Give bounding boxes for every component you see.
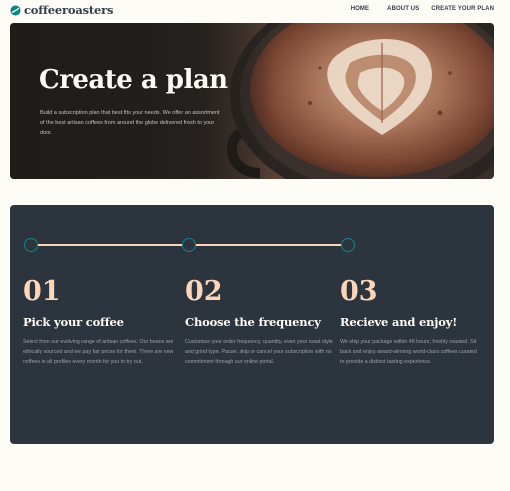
page-title: Create a plan: [39, 65, 228, 95]
logo[interactable]: coffeeroasters: [10, 3, 113, 17]
hero-description: Build a subscription plan that best fits…: [40, 110, 220, 136]
how-it-works-section: 01 Pick your coffee Select from our evol…: [10, 205, 494, 444]
step-card-2: 02 Choose the frequency Customize your o…: [185, 275, 333, 368]
step-description: Select from our evolving range of artisa…: [23, 339, 174, 366]
coffee-bean-icon: [10, 4, 21, 16]
step-card-3: 03 Recieve and enjoy! We ship your packa…: [340, 275, 482, 368]
site-header: coffeeroasters HOME ABOUT US CREATE YOUR…: [0, 0, 510, 22]
nav-home-link[interactable]: HOME: [351, 6, 369, 12]
step-title: Pick your coffee: [23, 315, 124, 329]
timeline-dot-3: [341, 238, 355, 252]
step-number: 02: [185, 276, 223, 307]
timeline-dot-2: [182, 238, 196, 252]
step-card-1: 01 Pick your coffee Select from our evol…: [23, 275, 181, 368]
step-number: 01: [23, 276, 61, 307]
step-title: Recieve and enjoy!: [340, 315, 458, 329]
timeline-dot-1: [24, 238, 38, 252]
step-description: Customize your order frequency, quantity…: [185, 339, 333, 366]
nav-about-link[interactable]: ABOUT US: [387, 6, 419, 12]
logo-text: coffeeroasters: [24, 3, 114, 17]
step-number: 03: [340, 276, 378, 307]
hero-banner: Create a plan Build a subscription plan …: [10, 23, 494, 179]
step-description: We ship your package within 48 hours, fr…: [340, 339, 477, 366]
step-title: Choose the frequency: [185, 315, 321, 329]
main-nav: HOME ABOUT US CREATE YOUR PLAN: [351, 6, 494, 12]
nav-create-plan-link[interactable]: CREATE YOUR PLAN: [431, 6, 494, 12]
coffee-cup-image: [10, 23, 494, 179]
